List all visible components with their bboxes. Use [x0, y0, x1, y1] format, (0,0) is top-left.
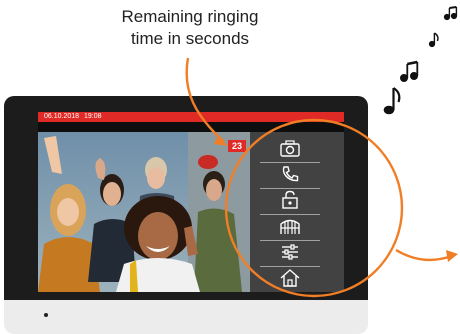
panel-arrowhead — [446, 250, 458, 262]
camera-feed-image — [38, 132, 250, 292]
status-time: 19:08 — [84, 113, 102, 120]
gate-icon — [280, 219, 300, 234]
settings-sliders-icon — [282, 244, 298, 260]
callout-line-1: Remaining ringing — [121, 7, 259, 26]
monitor-bottom-bezel — [4, 300, 368, 334]
ringing-countdown-badge: 23 — [228, 140, 246, 152]
monitor-screen: 06.10.2018 19:08 23 — [38, 112, 344, 292]
panel-divider — [260, 162, 320, 163]
camera-icon — [280, 140, 300, 157]
music-notes-icon — [383, 6, 458, 115]
callout-label: Remaining ringing time in seconds — [110, 6, 270, 50]
call-button[interactable] — [278, 164, 302, 184]
door-unlock-button[interactable] — [278, 190, 302, 210]
status-date: 06.10.2018 — [44, 113, 80, 120]
panel-divider — [260, 240, 320, 241]
phone-icon — [282, 166, 299, 182]
control-panel — [250, 132, 344, 292]
home-button[interactable] — [278, 268, 302, 288]
home-icon — [280, 269, 300, 287]
door-unlock-icon — [282, 190, 298, 209]
panel-divider — [260, 214, 320, 215]
settings-button[interactable] — [278, 242, 302, 262]
power-led — [44, 313, 48, 317]
gate-button[interactable] — [278, 216, 302, 236]
callout-line-2: time in seconds — [130, 29, 250, 48]
camera-button[interactable] — [278, 138, 302, 158]
panel-divider — [260, 266, 320, 267]
status-bar: 06.10.2018 19:08 — [38, 112, 344, 122]
panel-arrow — [395, 248, 453, 262]
panel-divider — [260, 188, 320, 189]
